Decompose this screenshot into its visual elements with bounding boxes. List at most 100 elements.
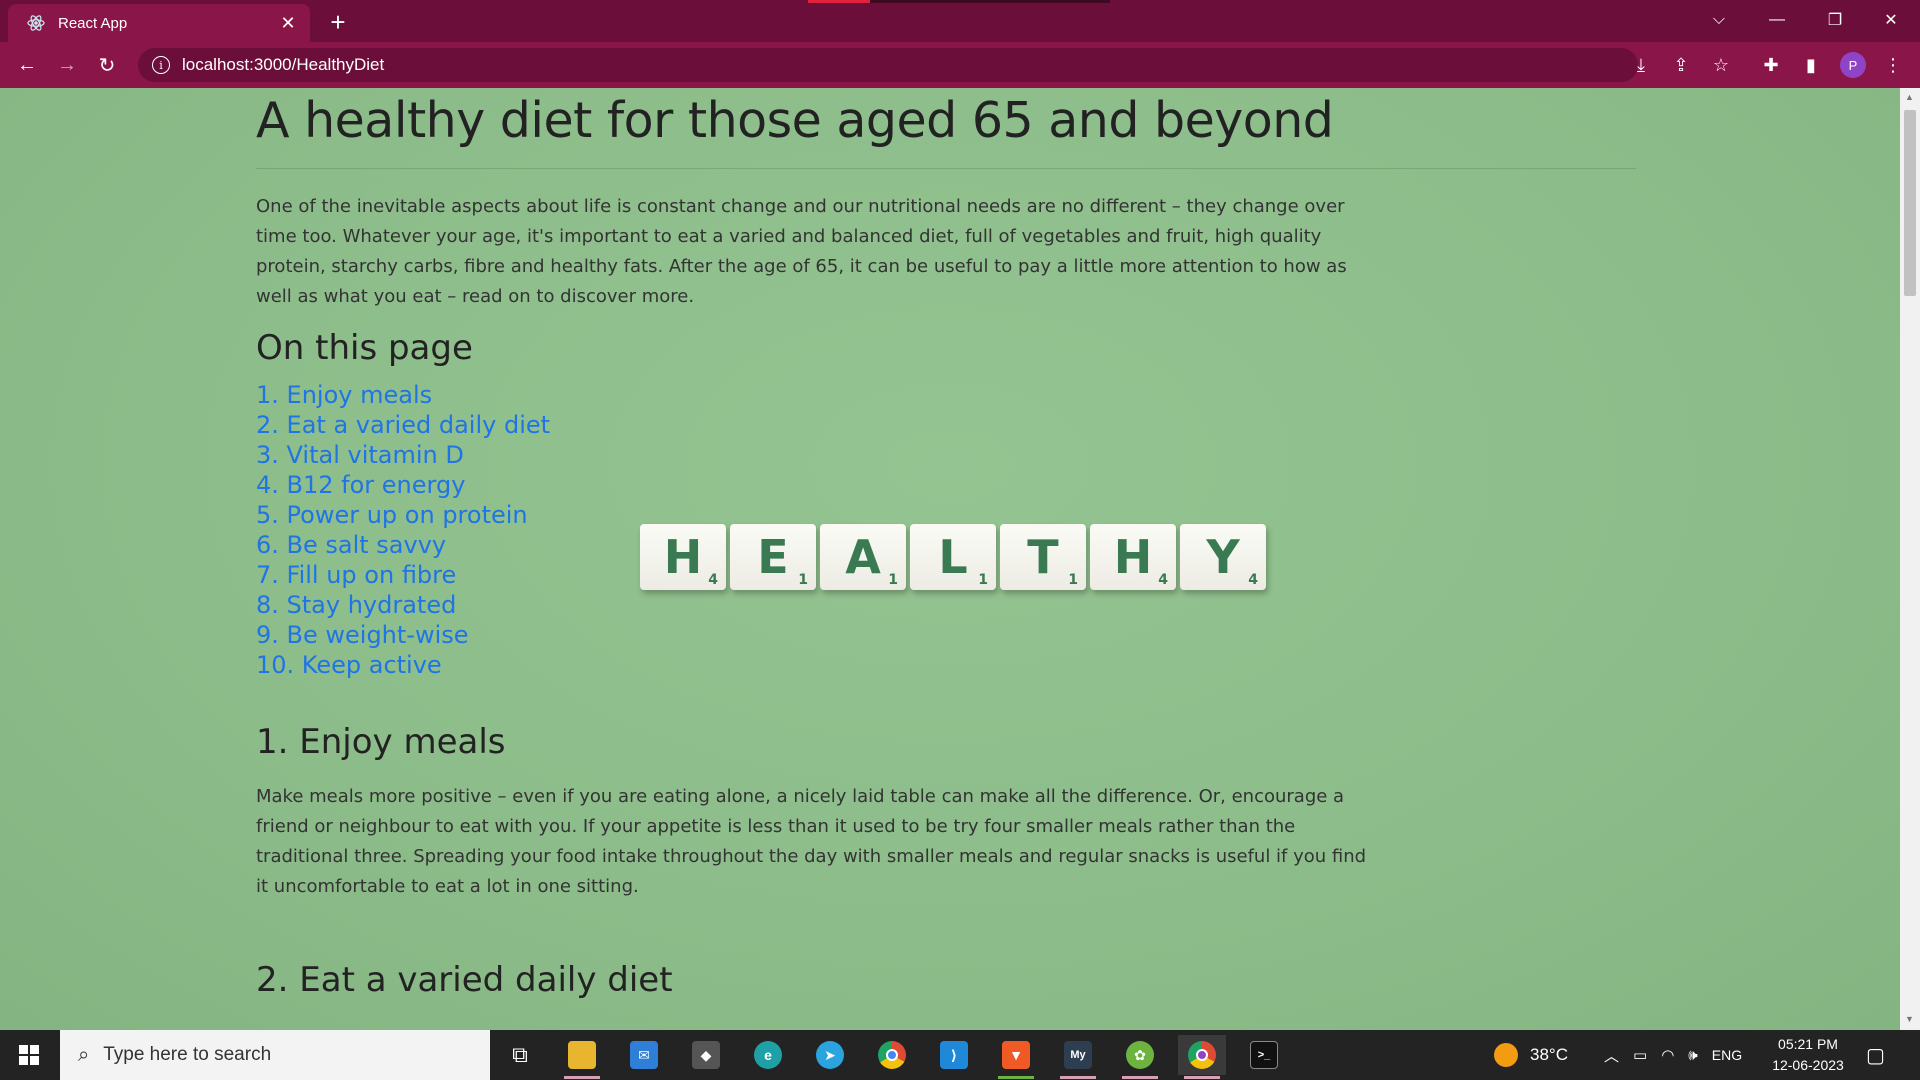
minimize-button[interactable]: —	[1748, 0, 1806, 40]
new-tab-button[interactable]: +	[322, 6, 354, 38]
share-icon[interactable]: ⇪	[1666, 50, 1696, 80]
taskbar-app-task-view[interactable]: ⧉	[496, 1035, 544, 1075]
browser-tab-react-app[interactable]: React App ✕	[8, 4, 310, 42]
profile-avatar[interactable]: P	[1840, 52, 1866, 78]
scrollbar-thumb[interactable]	[1904, 110, 1916, 296]
restore-button[interactable]: ❐	[1806, 0, 1864, 40]
browser-toolbar: ← → ↻ i localhost:3000/HealthyDiet ⤓ ⇪ ☆…	[0, 42, 1920, 88]
tile-letter: T	[1027, 530, 1059, 584]
windows-logo-icon	[19, 1045, 39, 1065]
wifi-icon[interactable]: ◠	[1661, 1046, 1674, 1064]
taskbar-app-chrome[interactable]	[868, 1035, 916, 1075]
taskbar-app-unity[interactable]: ◆	[682, 1035, 730, 1075]
taskbar-app-telegram[interactable]: ➤	[806, 1035, 854, 1075]
clock[interactable]: 05:21 PM 12-06-2023	[1766, 1034, 1850, 1076]
taskbar-app-vscode[interactable]: ⟩	[930, 1035, 978, 1075]
tab-title: React App	[58, 14, 128, 32]
tile-score: 1	[888, 572, 898, 588]
chrome-icon	[878, 1041, 906, 1069]
tile-letter: L	[938, 530, 968, 584]
toc-link-hydrated[interactable]: 8. Stay hydrated	[256, 591, 456, 619]
toc-item: 4. B12 for energy	[256, 470, 550, 500]
letter-tile: T1	[1000, 524, 1086, 590]
system-tray: ︿ ▭ ◠ 🕪 ENG	[1604, 1030, 1742, 1080]
show-hidden-icons-chevron-icon[interactable]: ︿	[1604, 1045, 1619, 1066]
toc-item: 2. Eat a varied daily diet	[256, 410, 550, 440]
language-indicator[interactable]: ENG	[1712, 1047, 1742, 1063]
letter-tile: Y4	[1180, 524, 1266, 590]
toc-link-b12[interactable]: 4. B12 for energy	[256, 471, 465, 499]
close-window-button[interactable]: ✕	[1862, 0, 1920, 40]
close-tab-icon[interactable]: ✕	[276, 11, 300, 35]
forward-arrow-icon[interactable]: →	[52, 50, 82, 80]
terminal-icon: >_	[1250, 1041, 1278, 1069]
reload-icon[interactable]: ↻	[92, 50, 122, 80]
side-panel-icon[interactable]: ▮	[1796, 50, 1826, 80]
letter-tile: H4	[640, 524, 726, 590]
tile-letter: H	[663, 530, 703, 584]
toc-item: 10. Keep active	[256, 650, 550, 680]
taskbar-app-mail[interactable]: ✉	[620, 1035, 668, 1075]
clock-time: 05:21 PM	[1778, 1036, 1838, 1052]
notifications-icon[interactable]: ▢	[1866, 1030, 1885, 1080]
battery-icon[interactable]: ▭	[1633, 1046, 1647, 1064]
toc-link-vitamin-d[interactable]: 3. Vital vitamin D	[256, 441, 464, 469]
title-divider	[256, 168, 1636, 169]
menu-kebab-icon[interactable]: ⋮	[1878, 50, 1908, 80]
install-app-icon[interactable]: ⤓	[1626, 50, 1656, 80]
loading-track	[870, 0, 1110, 3]
toc-item: 8. Stay hydrated	[256, 590, 550, 620]
start-button[interactable]	[0, 1030, 58, 1080]
toc-item: 5. Power up on protein	[256, 500, 550, 530]
toc-link-weight[interactable]: 9. Be weight-wise	[256, 621, 469, 649]
scroll-up-arrow-icon[interactable]: ▲	[1905, 92, 1915, 102]
windows-taskbar: ⌕ Type here to search ⧉ ✉ ◆ e ➤ ⟩ ▼ My ✿…	[0, 1030, 1920, 1080]
loading-indicator	[808, 0, 870, 3]
toc-link-varied-diet[interactable]: 2. Eat a varied daily diet	[256, 411, 550, 439]
sun-icon	[1494, 1043, 1518, 1067]
letter-tile: H4	[1090, 524, 1176, 590]
taskbar-app-brave[interactable]: ▼	[992, 1035, 1040, 1079]
mysql-icon: My	[1064, 1041, 1092, 1069]
toc-link-fibre[interactable]: 7. Fill up on fibre	[256, 561, 456, 589]
toc-link-salt[interactable]: 6. Be salt savvy	[256, 531, 446, 559]
volume-icon[interactable]: 🕪	[1688, 1047, 1697, 1064]
taskbar-app-mysql-workbench[interactable]: My	[1054, 1035, 1102, 1079]
taskbar-app-spring-tools[interactable]: ✿	[1116, 1035, 1164, 1079]
toc-item: 1. Enjoy meals	[256, 380, 550, 410]
scroll-down-arrow-icon[interactable]: ▼	[1905, 1014, 1915, 1024]
tile-score: 1	[1068, 572, 1078, 588]
toc-link-enjoy-meals[interactable]: 1. Enjoy meals	[256, 381, 432, 409]
task-view-icon: ⧉	[506, 1041, 534, 1069]
tile-letter: Y	[1206, 530, 1240, 584]
page-scrollbar[interactable]: ▲ ▼	[1900, 88, 1920, 1030]
taskbar-search-box[interactable]: ⌕ Type here to search	[60, 1030, 490, 1080]
extensions-puzzle-icon[interactable]: ✚	[1756, 50, 1786, 80]
spring-icon: ✿	[1126, 1041, 1154, 1069]
site-info-icon[interactable]: i	[152, 56, 170, 74]
active-indicator	[1122, 1076, 1158, 1079]
toc-item: 6. Be salt savvy	[256, 530, 550, 560]
taskbar-app-file-explorer[interactable]	[558, 1035, 606, 1079]
intro-paragraph: One of the inevitable aspects about life…	[256, 196, 1347, 307]
taskbar-app-chrome-profile[interactable]	[1178, 1035, 1226, 1079]
bookmark-star-icon[interactable]: ☆	[1706, 50, 1736, 80]
address-bar[interactable]: i localhost:3000/HealthyDiet	[138, 48, 1638, 82]
active-indicator	[998, 1076, 1034, 1079]
taskbar-app-edge[interactable]: e	[744, 1035, 792, 1075]
page-title: A healthy diet for those aged 65 and bey…	[256, 92, 1334, 149]
tab-search-button[interactable]: ⌵	[1690, 0, 1748, 40]
weather-widget[interactable]: 38°C	[1494, 1030, 1568, 1080]
tile-letter: E	[757, 530, 789, 584]
url-text: localhost:3000/HealthyDiet	[182, 55, 385, 74]
tile-score: 4	[1248, 572, 1258, 588]
toc-link-active[interactable]: 10. Keep active	[256, 651, 442, 679]
weather-temperature: 38°C	[1530, 1045, 1568, 1064]
back-arrow-icon[interactable]: ←	[12, 50, 42, 80]
toc-heading: On this page	[256, 328, 473, 368]
chrome-profile-icon	[1188, 1041, 1216, 1069]
tile-score: 4	[1158, 572, 1168, 588]
taskbar-app-terminal[interactable]: >_	[1240, 1035, 1288, 1075]
search-placeholder: Type here to search	[103, 1044, 272, 1065]
toc-link-protein[interactable]: 5. Power up on protein	[256, 501, 528, 529]
